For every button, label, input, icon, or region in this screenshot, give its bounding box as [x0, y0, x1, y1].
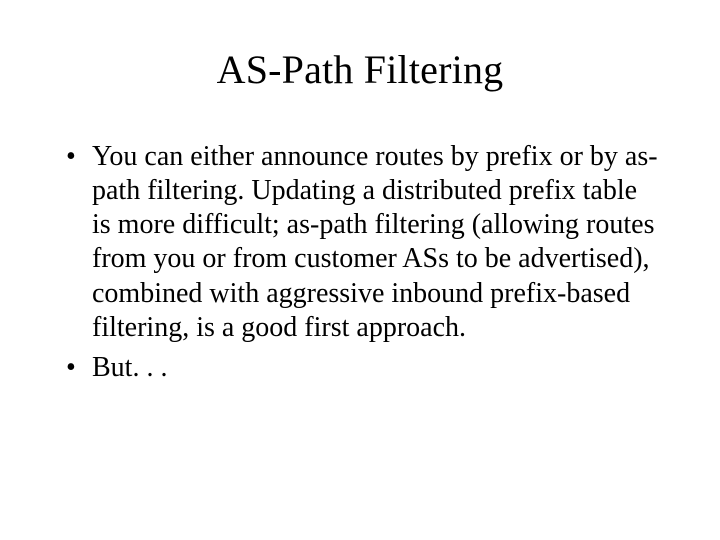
slide-body: You can either announce routes by prefix…	[62, 140, 660, 391]
list-item: But. . .	[62, 351, 660, 385]
bullet-list: You can either announce routes by prefix…	[62, 140, 660, 385]
slide-title: AS-Path Filtering	[0, 46, 720, 93]
slide: AS-Path Filtering You can either announc…	[0, 0, 720, 540]
list-item: You can either announce routes by prefix…	[62, 140, 660, 345]
